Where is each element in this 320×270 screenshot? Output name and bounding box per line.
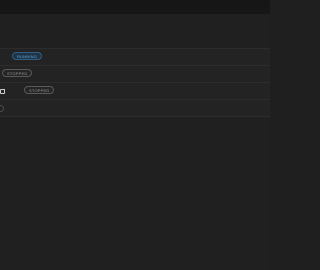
external-link-icon[interactable] [0,88,5,94]
service-name: ts [0,88,5,94]
status-badge: STOPPED [24,86,55,94]
status-badge: RUNNING [12,52,43,60]
top-bar [0,0,270,14]
list-item[interactable]: RUNNING [0,48,270,65]
status-indicator-icon [0,104,4,112]
list-item[interactable] [0,99,270,117]
service-list: RUNNING STOPPED ts STOPPED [0,48,270,117]
list-item[interactable]: ts STOPPED [0,82,270,99]
list-item[interactable]: STOPPED [0,65,270,82]
status-badge: STOPPED [2,69,33,77]
